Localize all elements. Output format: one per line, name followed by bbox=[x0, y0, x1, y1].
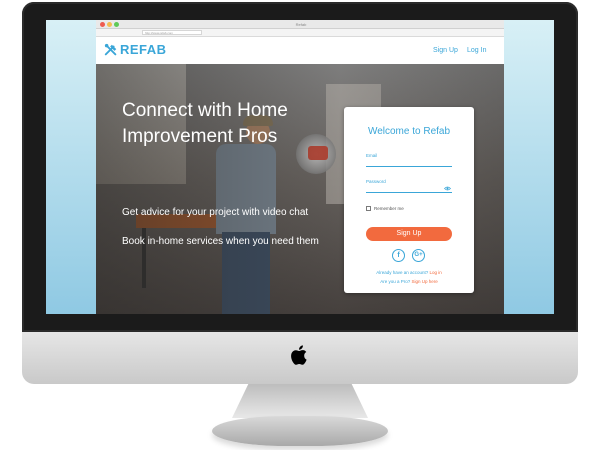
browser-window: Refab http://www.refab.com REFAB Sign Up… bbox=[96, 20, 504, 314]
pro-prompt-text: Are you a Pro? bbox=[380, 279, 411, 284]
login-prompt: Already have an account? Log in bbox=[344, 270, 474, 276]
address-bar[interactable]: http://www.refab.com bbox=[142, 30, 202, 35]
password-label: Password bbox=[366, 179, 386, 184]
pro-signup-link[interactable]: Sign Up here bbox=[412, 279, 438, 284]
brand-logo[interactable]: REFAB bbox=[120, 43, 167, 57]
minimize-window-button[interactable] bbox=[107, 22, 112, 27]
remember-me-label: Remember me bbox=[374, 206, 404, 211]
hero-title-line2: Improvement Pros bbox=[122, 126, 278, 147]
browser-titlebar: Refab bbox=[96, 20, 504, 29]
apple-logo-icon bbox=[291, 345, 307, 365]
hero-title-line1: Connect with Home bbox=[122, 100, 288, 121]
monitor-neck bbox=[232, 384, 368, 418]
desktop-wallpaper-left bbox=[46, 20, 96, 314]
maximize-window-button[interactable] bbox=[114, 22, 119, 27]
hero-title: Connect with Home Improvement Pros bbox=[122, 98, 322, 150]
nav-login-link[interactable]: Log In bbox=[467, 47, 486, 55]
pro-signup-prompt: Are you a Pro? Sign Up here bbox=[344, 279, 474, 285]
browser-toolbar: http://www.refab.com bbox=[96, 29, 504, 37]
monitor-stand-base bbox=[212, 416, 388, 446]
login-link[interactable]: Log in bbox=[430, 270, 442, 275]
login-prompt-text: Already have an account? bbox=[376, 270, 429, 275]
hero-tagline-video: Get advice for your project with video c… bbox=[122, 207, 309, 218]
email-field[interactable] bbox=[366, 159, 452, 167]
facebook-login-icon[interactable]: f bbox=[392, 249, 405, 262]
show-password-icon[interactable] bbox=[444, 186, 451, 191]
imac-monitor: Refab http://www.refab.com REFAB Sign Up… bbox=[22, 2, 578, 446]
desktop-wallpaper-right bbox=[504, 20, 554, 314]
browser-window-title: Refab bbox=[295, 22, 307, 27]
hero-section: Connect with Home Improvement Pros Get a… bbox=[96, 64, 504, 314]
nav-signup-link[interactable]: Sign Up bbox=[433, 47, 458, 55]
tools-icon bbox=[104, 43, 117, 56]
remember-me-checkbox[interactable] bbox=[366, 206, 371, 211]
close-window-button[interactable] bbox=[100, 22, 105, 27]
monitor-bezel: Refab http://www.refab.com REFAB Sign Up… bbox=[22, 2, 578, 332]
monitor-screen: Refab http://www.refab.com REFAB Sign Up… bbox=[46, 20, 554, 314]
site-header: REFAB Sign Up Log In bbox=[96, 37, 504, 64]
google-plus-login-icon[interactable]: G+ bbox=[412, 249, 425, 262]
signup-button[interactable]: Sign Up bbox=[366, 227, 452, 241]
signup-card-title: Welcome to Refab bbox=[367, 126, 451, 137]
signup-card: Welcome to Refab Email Password Remember… bbox=[344, 107, 474, 293]
password-field[interactable] bbox=[366, 185, 452, 193]
hero-tagline-booking: Book in-home services when you need them bbox=[122, 236, 319, 247]
email-label: Email bbox=[366, 153, 378, 158]
